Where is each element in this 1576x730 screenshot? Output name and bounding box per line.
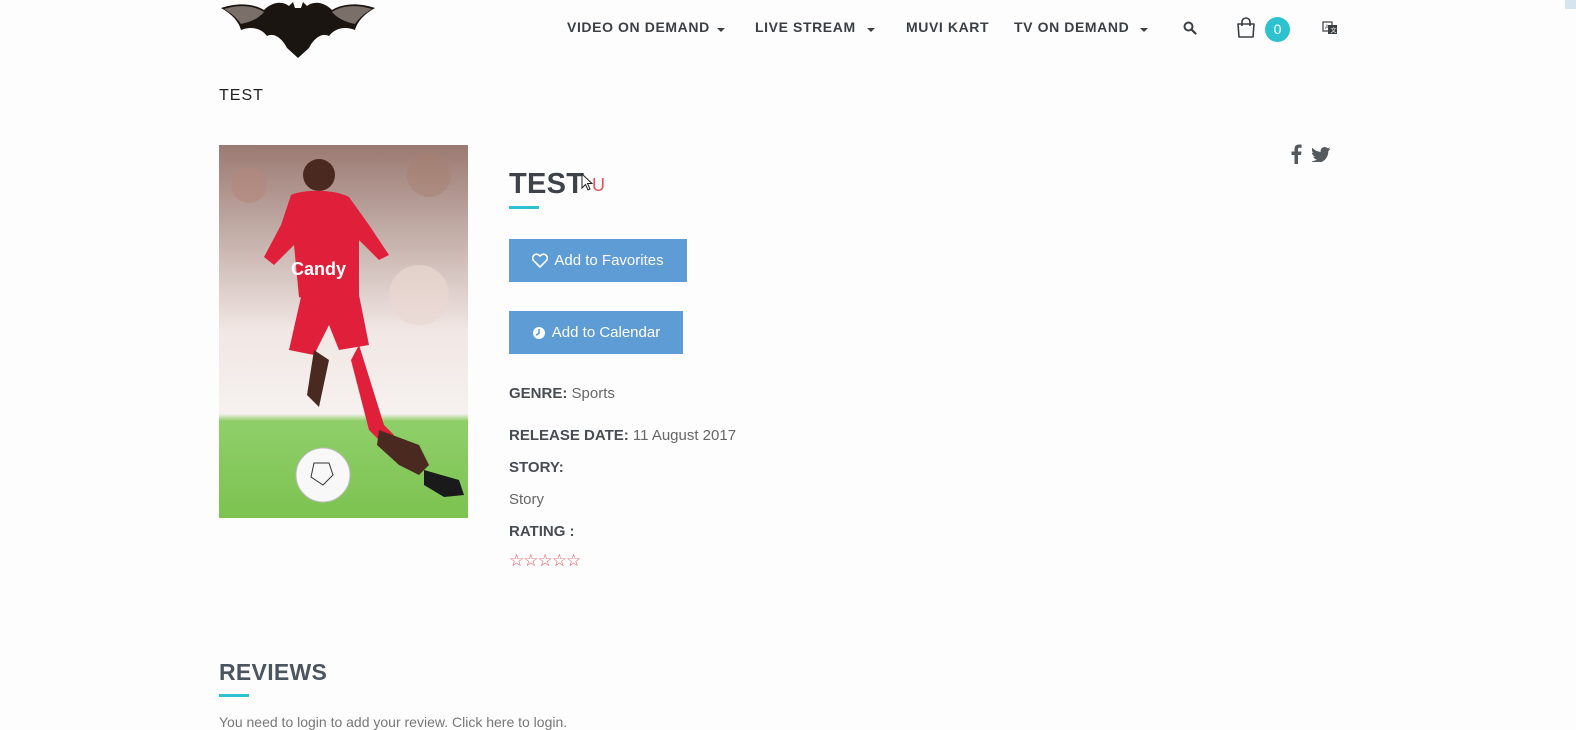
- rating-label: RATING :: [509, 523, 575, 540]
- add-to-calendar-label: Add to Calendar: [551, 324, 661, 341]
- genre-value: Sports: [571, 385, 615, 402]
- mouse-cursor-icon: [581, 172, 595, 193]
- svg-text:Candy: Candy: [291, 259, 346, 279]
- chevron-down-icon[interactable]: [867, 28, 875, 32]
- nav-muvi-kart[interactable]: MUVI KART: [906, 19, 989, 35]
- title-underline: [509, 206, 539, 209]
- reviews-underline: [219, 694, 249, 697]
- svg-text:A: A: [1325, 25, 1329, 31]
- facebook-icon[interactable]: [1290, 144, 1302, 164]
- release-date-value: 11 August 2017: [632, 427, 737, 444]
- clock-icon: [532, 326, 545, 339]
- chevron-down-icon[interactable]: [1140, 28, 1148, 32]
- login-link[interactable]: Click here to login.: [452, 714, 567, 730]
- heart-icon: [532, 253, 549, 268]
- breadcrumb: TEST: [219, 87, 264, 104]
- reviews-heading: REVIEWS: [219, 659, 328, 685]
- corner-widget[interactable]: [1565, 0, 1576, 9]
- add-to-favorites-label: Add to Favorites: [554, 252, 664, 269]
- genre-row: GENRE: Sports: [509, 385, 615, 402]
- add-to-calendar-button[interactable]: Add to Calendar: [509, 311, 683, 354]
- nav-video-on-demand[interactable]: VIDEO ON DEMAND: [567, 19, 710, 35]
- chevron-down-icon[interactable]: [717, 28, 725, 32]
- language-icon[interactable]: A 文: [1322, 20, 1338, 36]
- content-title: TEST: [509, 168, 585, 200]
- add-to-favorites-button[interactable]: Add to Favorites: [509, 239, 687, 282]
- story-label: STORY:: [509, 459, 564, 476]
- content-poster-image: Candy: [219, 145, 468, 518]
- svg-text:文: 文: [1331, 27, 1337, 35]
- nav-tv-on-demand[interactable]: TV ON DEMAND: [1014, 19, 1129, 35]
- twitter-icon[interactable]: [1311, 147, 1331, 163]
- site-logo[interactable]: [219, 0, 377, 58]
- nav-live-stream[interactable]: LIVE STREAM: [755, 19, 856, 35]
- star-rating[interactable]: ☆☆☆☆☆: [509, 551, 581, 571]
- cart-count-badge: 0: [1265, 17, 1290, 42]
- review-login-notice: You need to login to add your review. Cl…: [219, 714, 567, 730]
- release-date-row: RELEASE DATE: 11 August 2017: [509, 427, 736, 444]
- release-date-label: RELEASE DATE:: [509, 427, 629, 444]
- genre-label: GENRE:: [509, 385, 568, 402]
- story-label-row: STORY:: [509, 459, 564, 476]
- cart-icon[interactable]: [1236, 17, 1256, 39]
- story-text: Story: [509, 491, 545, 508]
- search-icon[interactable]: [1183, 21, 1197, 35]
- rating-label-row: RATING :: [509, 523, 575, 540]
- review-login-text: You need to login to add your review.: [219, 714, 449, 730]
